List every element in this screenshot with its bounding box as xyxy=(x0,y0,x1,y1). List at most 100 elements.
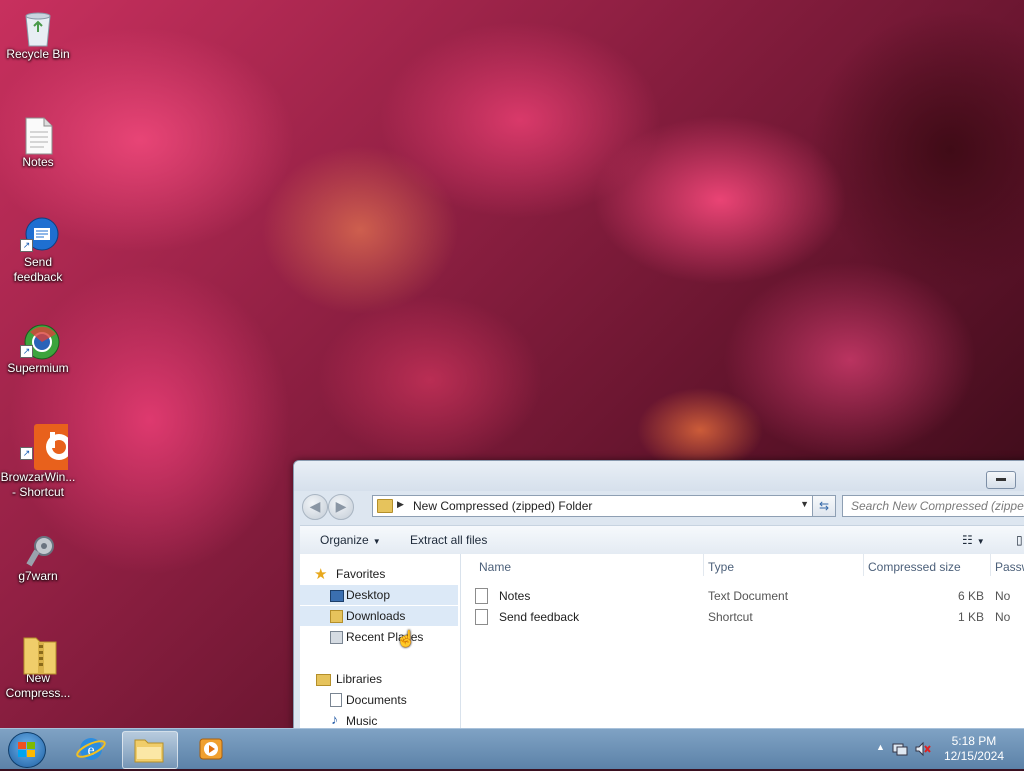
nav-documents[interactable]: Documents xyxy=(300,690,458,710)
column-divider xyxy=(703,554,704,576)
desktop-icon-label: Send feedback xyxy=(13,255,63,284)
text-file-icon xyxy=(20,116,56,155)
nav-label: Downloads xyxy=(346,609,406,623)
desktop-icon-label: g7warn xyxy=(18,569,58,583)
media-player-icon xyxy=(199,738,223,760)
windows-logo-icon xyxy=(18,742,35,757)
desktop-icon-send-feedback[interactable]: ↗ Send feedback xyxy=(0,216,76,285)
desktop-icon-label: Supermium xyxy=(7,361,69,375)
desktop-icon-browzar[interactable]: ↗ BrowzarWin... - Shortcut xyxy=(0,424,84,500)
libraries-icon xyxy=(316,674,331,686)
chevron-down-icon[interactable]: ▼ xyxy=(800,499,809,509)
hand-cursor-icon: ☝ xyxy=(396,631,416,648)
column-header-password[interactable]: Passw xyxy=(995,560,1024,574)
clock-time: 5:18 PM xyxy=(951,734,997,748)
view-options-button[interactable]: ☷ ▼ xyxy=(962,533,985,547)
file-size: 6 KB xyxy=(958,589,985,603)
organize-label: Organize xyxy=(320,533,369,547)
file-size: 1 KB xyxy=(958,610,985,624)
column-divider xyxy=(863,554,864,576)
desktop-icon-label: BrowzarWin... - Shortcut xyxy=(0,470,76,499)
chevron-down-icon: ▼ xyxy=(976,537,985,546)
back-button[interactable]: ◀ xyxy=(302,494,328,520)
minimize-button[interactable]: ▬ xyxy=(986,471,1016,489)
internet-explorer-icon: e xyxy=(76,738,106,760)
extract-all-button[interactable]: Extract all files xyxy=(410,533,487,547)
desktop-icon-supermium[interactable]: ↗ Supermium xyxy=(0,322,76,376)
browzar-icon: ↗ xyxy=(20,424,84,470)
column-divider xyxy=(990,554,991,576)
column-header-name[interactable]: Name xyxy=(479,560,511,574)
show-hidden-icons-button[interactable]: ▲ xyxy=(876,742,885,752)
nav-arrows: ◀ ▶ xyxy=(302,494,358,520)
taskbar-internet-explorer[interactable]: e xyxy=(64,731,118,767)
file-name: Notes xyxy=(499,589,531,603)
system-tray: ▲ 5:18 PM 12/15/2024 xyxy=(864,729,1024,769)
address-bar[interactable]: ▶ New Compressed (zipped) Folder ▼ xyxy=(372,495,814,517)
explorer-window[interactable]: ▬ ◀ ▶ ▶ New Compressed (zipped) Folder ▼… xyxy=(293,460,1024,730)
desktop-icon-recycle-bin[interactable]: Recycle Bin xyxy=(0,8,76,62)
nav-favorites[interactable]: ★ Favorites xyxy=(300,564,458,584)
file-type: Shortcut xyxy=(708,610,753,624)
breadcrumb-arrow-icon[interactable]: ▶ xyxy=(397,499,404,510)
network-icon[interactable] xyxy=(892,741,908,757)
desktop-icon-notes[interactable]: Notes xyxy=(0,116,76,170)
command-bar: Organize ▼ Extract all files ☷ ▼ ▯ xyxy=(300,525,1024,555)
desktop-icon xyxy=(330,590,344,602)
refresh-button[interactable]: ⇆ xyxy=(812,495,836,517)
file-type: Text Document xyxy=(708,589,789,603)
window-titlebar[interactable]: ▬ xyxy=(294,461,1024,491)
recycle-bin-icon xyxy=(20,8,56,47)
shortcut-arrow-icon: ↗ xyxy=(20,239,33,252)
file-password: No xyxy=(995,589,1011,603)
shortcut-file-icon xyxy=(475,609,488,625)
file-password: No xyxy=(995,610,1011,624)
nav-label: Documents xyxy=(346,693,407,707)
zip-folder-icon xyxy=(20,632,57,675)
file-name: Send feedback xyxy=(499,610,580,624)
preview-pane-button[interactable]: ▯ xyxy=(1016,533,1023,547)
table-row[interactable]: Send feedback Shortcut 1 KB No xyxy=(461,607,1024,628)
documents-icon xyxy=(330,693,342,707)
navigation-bar: ◀ ▶ ▶ New Compressed (zipped) Folder ▼ ⇆… xyxy=(294,493,1024,521)
feedback-icon: ↗ xyxy=(20,216,59,252)
desktop-icon-new-compressed[interactable]: New Compress... xyxy=(0,632,76,701)
desktop-icon-g7warn[interactable]: g7warn xyxy=(0,530,76,584)
star-icon: ★ xyxy=(314,566,328,583)
organize-button[interactable]: Organize ▼ xyxy=(320,533,381,547)
nav-label: Desktop xyxy=(346,588,391,602)
volume-muted-icon[interactable] xyxy=(914,741,932,757)
chevron-down-icon: ▼ xyxy=(372,537,381,546)
file-list: Name Type Compressed size Passw Notes Te… xyxy=(461,554,1024,729)
supermium-browser-icon: ↗ xyxy=(20,322,60,360)
clock-date: 12/15/2024 xyxy=(943,749,1004,763)
taskbar-clock[interactable]: 5:18 PM 12/15/2024 xyxy=(944,734,1004,764)
shortcut-arrow-icon: ↗ xyxy=(20,447,33,460)
gear-app-icon xyxy=(20,530,56,567)
nav-recent-places[interactable]: Recent Places xyxy=(300,627,458,647)
text-file-icon xyxy=(475,588,488,604)
search-input[interactable]: Search New Compressed (zipped) xyxy=(842,495,1024,517)
column-header-compressed-size[interactable]: Compressed size xyxy=(868,560,961,574)
taskbar: e ▲ 5:18 PM 12/15/2024 xyxy=(0,728,1024,769)
nav-label: Libraries xyxy=(336,672,383,686)
folder-icon xyxy=(377,499,393,513)
table-row[interactable]: Notes Text Document 6 KB No xyxy=(461,586,1024,607)
nav-label: Favorites xyxy=(336,567,386,581)
nav-downloads[interactable]: Downloads xyxy=(300,606,458,626)
taskbar-media-player[interactable] xyxy=(184,731,238,767)
recent-places-icon xyxy=(330,631,343,644)
desktop-icon-label: Recycle Bin xyxy=(6,47,70,61)
music-icon: ♪ xyxy=(331,711,338,727)
nav-desktop[interactable]: Desktop xyxy=(300,585,458,605)
taskbar-file-explorer[interactable] xyxy=(122,731,178,769)
desktop-icon-label: Notes xyxy=(22,155,54,169)
forward-button[interactable]: ▶ xyxy=(328,494,354,520)
column-header-type[interactable]: Type xyxy=(708,560,734,574)
navigation-pane: ★ Favorites Desktop Downloads Recent Pla… xyxy=(300,554,461,729)
start-button[interactable] xyxy=(8,732,46,768)
folder-icon xyxy=(134,739,164,763)
address-text: New Compressed (zipped) Folder xyxy=(413,499,593,513)
nav-libraries[interactable]: Libraries xyxy=(300,669,458,689)
downloads-icon xyxy=(330,610,343,623)
